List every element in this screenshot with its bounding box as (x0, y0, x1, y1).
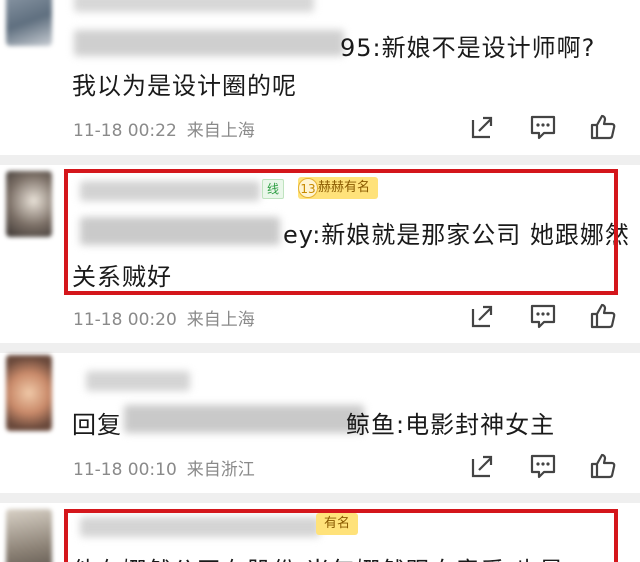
thumbs-up-icon (590, 303, 616, 329)
comment-text-reply: 95:新娘不是设计师啊? (340, 34, 596, 62)
share-button[interactable] (468, 451, 498, 481)
blurred-username (86, 371, 190, 391)
comment-location: 来自上海 (186, 121, 255, 141)
comment-card: 95:新娘不是设计师啊? 我以为是设计圈的呢 11-18 00:22 来自上海 (0, 0, 640, 155)
comment-date: 11-18 00:22 (73, 121, 177, 141)
avatar[interactable] (6, 509, 52, 562)
divider (0, 155, 640, 165)
divider (0, 343, 640, 353)
comment-button[interactable] (528, 451, 558, 481)
comment-icon (530, 115, 556, 140)
divider (0, 493, 640, 503)
comment-date: 11-18 00:10 (73, 460, 177, 480)
comment-card: 回复 鲸鱼:电影封神女主 11-18 00:10 来自浙江 (0, 353, 640, 493)
share-icon (471, 455, 493, 478)
comment-button[interactable] (528, 301, 558, 331)
share-icon (471, 116, 493, 139)
comment-meta: 11-18 00:20 来自上海 (73, 305, 255, 330)
avatar[interactable] (6, 0, 52, 46)
comment-button[interactable] (528, 112, 558, 142)
comment-card: 线 13 赫赫有名 ey:新娘就是那家公司 她跟娜然 关系贼好 11-18 00:… (0, 165, 640, 343)
share-button[interactable] (468, 301, 498, 331)
highlight-box (64, 509, 618, 562)
comment-text-reply: 鲸鱼:电影封神女主 (346, 411, 556, 439)
comment-text: 我以为是设计圈的呢 (72, 72, 297, 100)
thumbs-up-icon (590, 453, 616, 479)
comment-meta: 11-18 00:22 来自上海 (73, 116, 255, 141)
comment-icon (530, 454, 556, 479)
blurred-reply-target (124, 405, 364, 433)
blurred-reply-target (74, 30, 344, 56)
comment-location: 来自上海 (186, 310, 255, 330)
share-icon (471, 305, 493, 328)
comment-text-reply-prefix: 回复 (72, 411, 122, 439)
comment-icon (530, 304, 556, 329)
avatar[interactable] (6, 171, 52, 237)
highlight-box (64, 169, 618, 295)
comment-card: 有名 他有娜然公司有股份 当年娜然跟自意爱 也是 (0, 503, 640, 562)
thumbs-up-icon (590, 114, 616, 140)
share-button[interactable] (468, 112, 498, 142)
like-button[interactable] (588, 451, 618, 481)
comment-location: 来自浙江 (186, 460, 255, 480)
blurred-username (74, 0, 314, 12)
comment-date: 11-18 00:20 (73, 310, 177, 330)
avatar[interactable] (6, 355, 52, 431)
like-button[interactable] (588, 112, 618, 142)
like-button[interactable] (588, 301, 618, 331)
comment-meta: 11-18 00:10 来自浙江 (73, 455, 255, 480)
